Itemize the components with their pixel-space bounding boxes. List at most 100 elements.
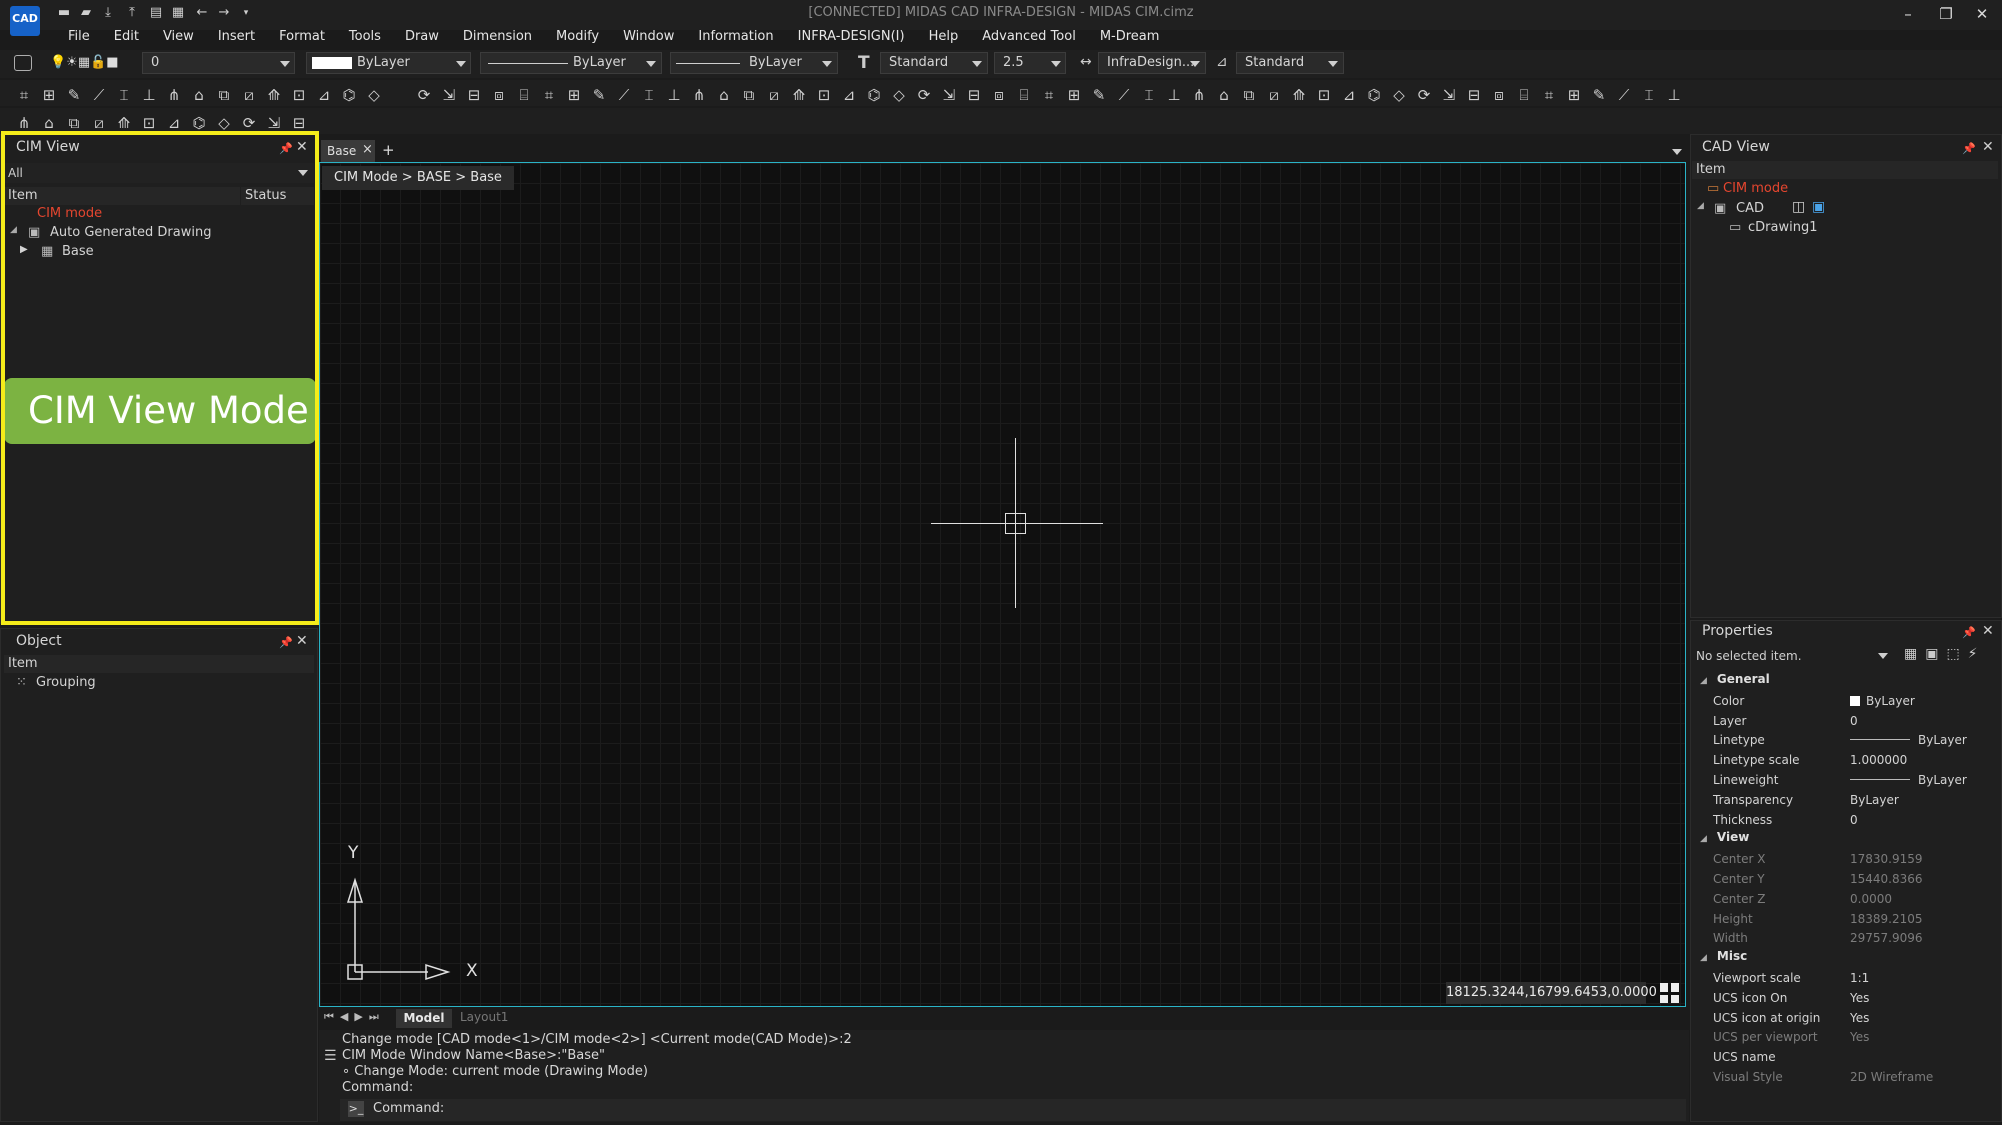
property-row[interactable]: Lineweight ByLayer [1693, 771, 1993, 790]
tool-icon[interactable]: ⊡ [1314, 86, 1334, 104]
tool-icon[interactable]: ⌂ [714, 86, 734, 104]
tool-icon[interactable]: ⧄ [764, 86, 784, 104]
tree-item-cdrawing1[interactable]: cDrawing1 [1748, 220, 1817, 235]
tool-icon[interactable]: ⌶ [1639, 86, 1659, 104]
menu-edit[interactable]: Edit [102, 27, 151, 47]
tool-icon[interactable]: ⊟ [289, 114, 309, 132]
tool-icon[interactable]: ⌬ [339, 86, 359, 104]
property-row[interactable]: Height 18389.2105 [1693, 910, 1993, 929]
cad-view-column-header[interactable]: Item [1692, 161, 1998, 179]
tool-icon[interactable]: ◇ [1389, 86, 1409, 104]
property-row[interactable]: UCS per viewport Yes [1693, 1028, 1993, 1047]
tool-icon[interactable]: ⌂ [1214, 86, 1234, 104]
property-row[interactable]: Linetype scale 1.000000 [1693, 751, 1993, 770]
tool-icon[interactable]: ⊞ [1564, 86, 1584, 104]
tool-icon[interactable]: ⊞ [39, 86, 59, 104]
layout-nav-arrows-icon[interactable]: ⏮◀▶⏭ [324, 1010, 385, 1024]
tool-icon[interactable]: ⧈ [989, 86, 1009, 104]
close-button[interactable]: ✕ [1964, 2, 2000, 26]
pin-icon[interactable]: 📌 [1962, 142, 1976, 155]
tool-icon[interactable]: ⌗ [1039, 86, 1059, 104]
tool-icon[interactable]: ◇ [364, 86, 384, 104]
tool-icon[interactable]: ✎ [1089, 86, 1109, 104]
tool-icon[interactable]: ⌸ [514, 86, 534, 104]
tool-icon[interactable]: ⧉ [739, 86, 759, 104]
tool-icon[interactable]: ✎ [64, 86, 84, 104]
layer-dropdown[interactable]: 0 [142, 52, 295, 74]
object-column-header[interactable]: Item [4, 655, 314, 673]
tool-icon[interactable]: ⌬ [864, 86, 884, 104]
menu-draw[interactable]: Draw [393, 27, 451, 47]
property-row[interactable]: Viewport scale 1:1 [1693, 969, 1993, 988]
tool-icon[interactable]: ⋔ [1189, 86, 1209, 104]
tool-icon[interactable]: ✎ [589, 86, 609, 104]
tool-icon[interactable]: ⟳ [914, 86, 934, 104]
property-row[interactable]: Visual Style 2D Wireframe [1693, 1068, 1993, 1087]
tree-item-cad[interactable]: CAD [1736, 201, 1764, 216]
pin-icon[interactable]: 📌 [279, 636, 293, 649]
tool-icon[interactable]: ⟋ [1614, 86, 1634, 104]
tool-icon[interactable]: ⊡ [814, 86, 834, 104]
tool-icon[interactable]: ⊥ [1164, 86, 1184, 104]
command-menu-icon[interactable]: ☰ [324, 1048, 337, 1064]
selection-dropdown[interactable]: No selected item. [1694, 646, 1890, 666]
tool-icon[interactable]: ⋔ [689, 86, 709, 104]
section-misc[interactable]: ◢ Misc [1700, 949, 1747, 963]
pin-icon[interactable]: 📌 [1962, 626, 1976, 639]
tool-icon[interactable]: ⊿ [839, 86, 859, 104]
tool-icon[interactable]: ⊟ [1464, 86, 1484, 104]
tool-icon[interactable]: ⇲ [939, 86, 959, 104]
tool-icon[interactable]: ⟋ [89, 86, 109, 104]
section-view[interactable]: ◢ View [1700, 830, 1749, 844]
tool-icon[interactable]: ⌶ [114, 86, 134, 104]
tool-icon[interactable]: ⌬ [189, 114, 209, 132]
tree-item-cim-mode[interactable]: CIM mode [1723, 181, 1788, 196]
tool-icon[interactable]: ⇲ [264, 114, 284, 132]
property-row[interactable]: Center Y 15440.8366 [1693, 870, 1993, 889]
tool-icon[interactable]: ⌬ [1364, 86, 1384, 104]
tab-list-chevron-icon[interactable] [1672, 149, 1682, 155]
tool-icon[interactable]: ✎ [1589, 86, 1609, 104]
add-tab-icon[interactable]: + [382, 141, 395, 159]
property-row[interactable]: Width 29757.9096 [1693, 929, 1993, 948]
tool-icon[interactable]: ⟳ [1414, 86, 1434, 104]
expand-icon[interactable]: ◢ [1697, 201, 1704, 211]
layer-manager-icon[interactable] [14, 55, 32, 71]
property-row[interactable]: Layer 0 [1693, 712, 1993, 731]
property-row[interactable]: Center X 17830.9159 [1693, 850, 1993, 869]
tool-icon[interactable]: ⊿ [164, 114, 184, 132]
tool-icon[interactable]: ⊞ [564, 86, 584, 104]
tool-icon[interactable]: ⊥ [1664, 86, 1684, 104]
tool-icon[interactable]: ⟋ [614, 86, 634, 104]
tool-icon[interactable]: ⟰ [789, 86, 809, 104]
tool-icon[interactable]: ⌗ [14, 86, 34, 104]
close-icon[interactable]: ✕ [1982, 139, 1994, 155]
tool-icon[interactable]: ⊡ [139, 114, 159, 132]
tool-icon[interactable]: ◇ [214, 114, 234, 132]
tool-icon[interactable]: ⋔ [164, 86, 184, 104]
command-input[interactable] [340, 1099, 1686, 1121]
tab-model[interactable]: Model [396, 1009, 452, 1028]
section-general[interactable]: ◢ General [1700, 672, 1770, 686]
menu-advanced-tool[interactable]: Advanced Tool [970, 27, 1088, 47]
tool-icon[interactable]: ⟳ [239, 114, 259, 132]
object-item-grouping[interactable]: Grouping [36, 675, 96, 690]
tool-icon[interactable]: ⌗ [539, 86, 559, 104]
restore-button[interactable]: ❐ [1928, 2, 1964, 26]
tool-icon[interactable]: ⌶ [1139, 86, 1159, 104]
tool-icon[interactable]: ⋔ [14, 114, 34, 132]
minimize-button[interactable]: – [1890, 2, 1926, 26]
tool-icon[interactable]: ⌸ [1014, 86, 1034, 104]
tool-icon[interactable]: ⟰ [114, 114, 134, 132]
property-row[interactable]: Color ByLayer [1693, 692, 1993, 711]
tool-icon[interactable]: ⌗ [1539, 86, 1559, 104]
tool-icon[interactable]: ◇ [889, 86, 909, 104]
tool-icon[interactable]: ⊿ [1339, 86, 1359, 104]
tool-icon[interactable]: ⟰ [1289, 86, 1309, 104]
property-row[interactable]: Transparency ByLayer [1693, 791, 1993, 810]
property-row[interactable]: Thickness 0 [1693, 811, 1993, 830]
tab-close-icon[interactable]: × [362, 142, 373, 157]
menu-file[interactable]: File [56, 27, 102, 47]
tool-icon[interactable]: ⊞ [1064, 86, 1084, 104]
close-icon[interactable]: ✕ [296, 633, 308, 649]
